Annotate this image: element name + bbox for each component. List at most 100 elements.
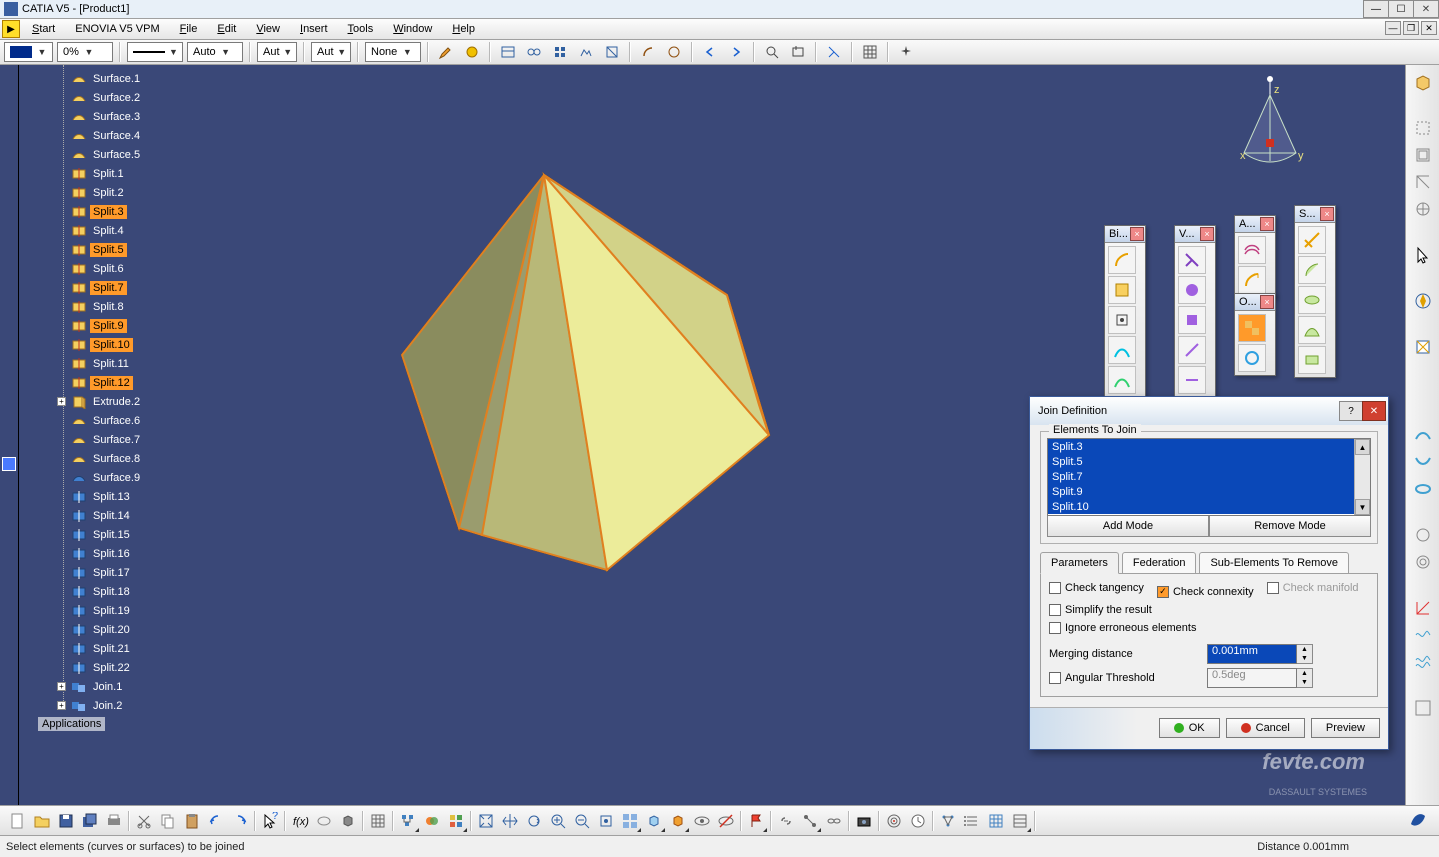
dialog-help-button[interactable]: ?: [1339, 401, 1363, 421]
expand-icon[interactable]: +: [57, 682, 66, 691]
add-mode-button[interactable]: Add Mode: [1047, 515, 1209, 537]
compass-tool-icon[interactable]: [1410, 288, 1436, 314]
flag-icon[interactable]: [744, 809, 768, 833]
palette-bi-btn3[interactable]: [1108, 306, 1136, 334]
toolbar-btn-e[interactable]: [601, 41, 623, 63]
tree-item[interactable]: Surface.7: [19, 430, 249, 449]
tree-item[interactable]: +Join.2: [19, 696, 249, 715]
palette-s-btn2[interactable]: [1298, 256, 1326, 284]
rs-btn-2[interactable]: [1410, 115, 1436, 141]
print-icon[interactable]: [102, 809, 126, 833]
toolbar-btn-h[interactable]: [787, 41, 809, 63]
mdi-close[interactable]: ✕: [1421, 21, 1437, 35]
tree-item[interactable]: Split.11: [19, 354, 249, 373]
menu-start[interactable]: Start: [22, 19, 65, 39]
tree-item[interactable]: Split.12: [19, 373, 249, 392]
rs-btn-3[interactable]: [1410, 142, 1436, 168]
palette-bi-btn2[interactable]: [1108, 276, 1136, 304]
tree-item[interactable]: Surface.4: [19, 126, 249, 145]
check-angular-threshold[interactable]: Angular Threshold: [1049, 672, 1199, 684]
palette-a-btn2[interactable]: [1238, 266, 1266, 294]
expand-icon[interactable]: +: [57, 701, 66, 710]
body-icon[interactable]: [336, 809, 360, 833]
palette-bi-btn4[interactable]: [1108, 336, 1136, 364]
palette-v-btn2[interactable]: [1178, 276, 1206, 304]
tab-parameters[interactable]: Parameters: [1040, 552, 1119, 574]
tree-item[interactable]: Split.3: [19, 202, 249, 221]
menu-enovia[interactable]: ENOVIA V5 VPM: [65, 19, 169, 39]
tree-item[interactable]: Split.18: [19, 582, 249, 601]
tree-item[interactable]: Split.21: [19, 639, 249, 658]
ok-button[interactable]: OK: [1159, 718, 1220, 738]
menu-help[interactable]: Help: [442, 19, 485, 39]
rs-btn-5[interactable]: [1410, 196, 1436, 222]
brush-icon[interactable]: [435, 41, 457, 63]
menu-insert[interactable]: Insert: [290, 19, 338, 39]
shading-icon[interactable]: [666, 809, 690, 833]
tree-item[interactable]: Split.17: [19, 563, 249, 582]
close-icon[interactable]: ×: [1130, 227, 1144, 241]
applications-node[interactable]: Applications: [38, 717, 105, 731]
zoom-in-icon[interactable]: [546, 809, 570, 833]
palette-a[interactable]: A...×: [1234, 215, 1276, 298]
palette-v-btn3[interactable]: [1178, 306, 1206, 334]
paint-icon[interactable]: [461, 41, 483, 63]
copy-icon[interactable]: [156, 809, 180, 833]
rs-btn-surf1[interactable]: [1410, 422, 1436, 448]
menu-file[interactable]: File: [170, 19, 208, 39]
rs-btn-circle[interactable]: [1410, 522, 1436, 548]
cube-icon[interactable]: [1410, 69, 1436, 95]
paste-icon[interactable]: [180, 809, 204, 833]
camera-icon[interactable]: [852, 809, 876, 833]
chain-icon[interactable]: [822, 809, 846, 833]
tree-item[interactable]: Split.19: [19, 601, 249, 620]
close-icon[interactable]: ×: [1260, 217, 1274, 231]
list-icon[interactable]: [960, 809, 984, 833]
arrow-cursor-icon[interactable]: [1410, 242, 1436, 268]
cut-icon[interactable]: [132, 809, 156, 833]
mdi-restore[interactable]: ❐: [1403, 21, 1419, 35]
mdi-minimize[interactable]: —: [1385, 21, 1401, 35]
palette-s[interactable]: S...×: [1294, 205, 1336, 378]
spin-down-icon[interactable]: ▼: [1297, 654, 1312, 663]
palette-bi-btn5[interactable]: [1108, 366, 1136, 394]
rs-btn-wave1[interactable]: [1410, 622, 1436, 648]
compass-icon[interactable]: x y z: [1230, 75, 1310, 175]
palette-a-btn1[interactable]: [1238, 236, 1266, 264]
rotate-icon[interactable]: [522, 809, 546, 833]
tree-item[interactable]: Split.8: [19, 297, 249, 316]
remove-mode-button[interactable]: Remove Mode: [1209, 515, 1371, 537]
tree-item[interactable]: Split.2: [19, 183, 249, 202]
palette-s-btn3[interactable]: [1298, 286, 1326, 314]
render-dropdown[interactable]: Aut▼: [311, 42, 351, 62]
linestyle-dropdown[interactable]: ▼: [127, 42, 183, 62]
open-icon[interactable]: [30, 809, 54, 833]
merging-distance-input[interactable]: 0.001mm ▲▼: [1207, 644, 1313, 664]
start-icon[interactable]: ▶: [2, 20, 20, 38]
help-cursor-icon[interactable]: ?: [258, 809, 282, 833]
list-item[interactable]: Split.5: [1048, 454, 1370, 469]
tree-item[interactable]: Split.22: [19, 658, 249, 677]
undo-icon[interactable]: [699, 41, 721, 63]
toolbar-btn-a[interactable]: [497, 41, 519, 63]
check-tangency[interactable]: Check tangency: [1049, 582, 1144, 594]
point-dropdown[interactable]: Aut▼: [257, 42, 297, 62]
tree-item[interactable]: Split.13: [19, 487, 249, 506]
toolbar-btn-g[interactable]: [663, 41, 685, 63]
cancel-button[interactable]: Cancel: [1226, 718, 1305, 738]
menu-edit[interactable]: Edit: [207, 19, 246, 39]
palette-v-btn4[interactable]: [1178, 336, 1206, 364]
undo-icon[interactable]: [204, 809, 228, 833]
palette-v-btn1[interactable]: [1178, 246, 1206, 274]
left-strip-marker[interactable]: [2, 457, 16, 471]
swap-visible-icon[interactable]: [714, 809, 738, 833]
palette-v-btn5[interactable]: [1178, 366, 1206, 394]
tree-item[interactable]: Split.9: [19, 316, 249, 335]
tree-item[interactable]: Surface.6: [19, 411, 249, 430]
list-item[interactable]: Split.3: [1048, 439, 1370, 454]
save-icon[interactable]: [54, 809, 78, 833]
measure-icon[interactable]: [312, 809, 336, 833]
tree-item[interactable]: Surface.8: [19, 449, 249, 468]
clock-icon[interactable]: [906, 809, 930, 833]
palette-s-btn4[interactable]: [1298, 316, 1326, 344]
